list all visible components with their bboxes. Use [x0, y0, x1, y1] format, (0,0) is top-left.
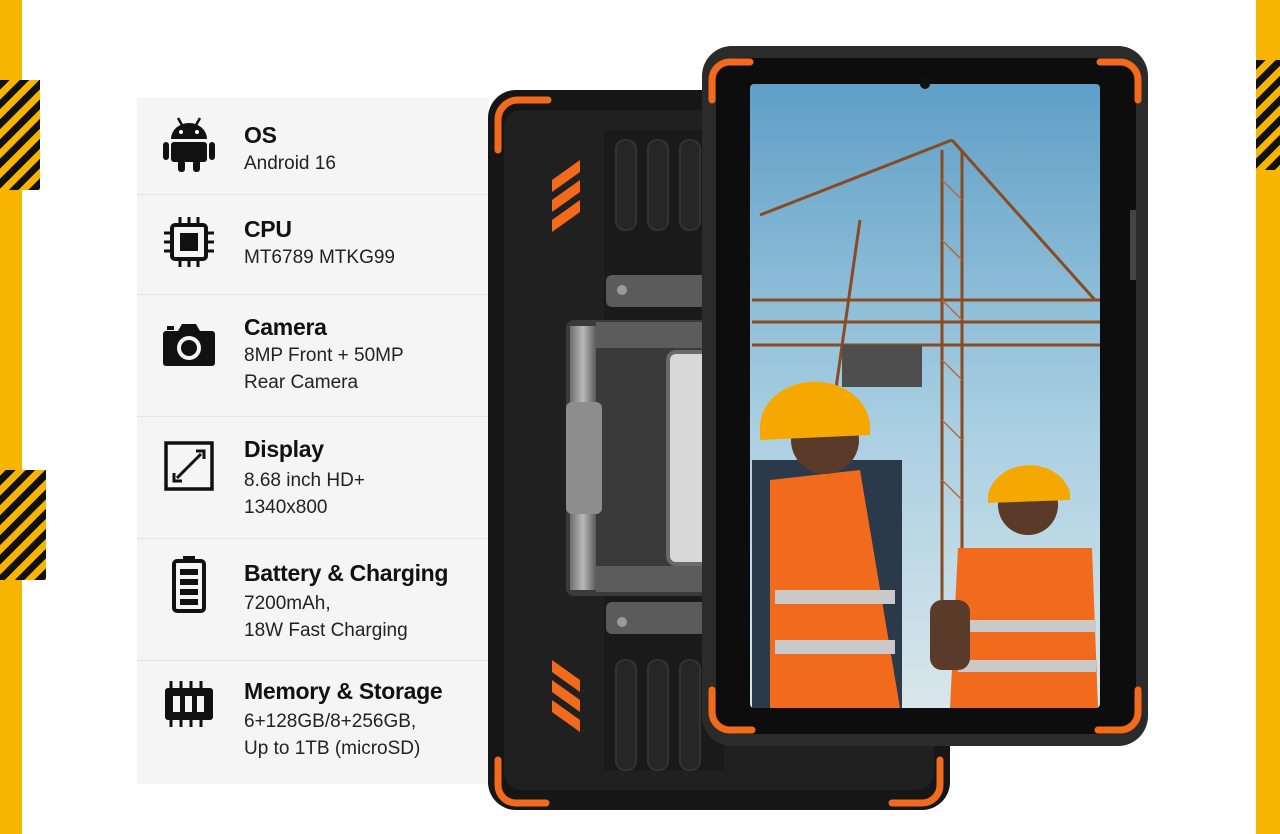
hazard-stripes	[0, 80, 40, 190]
spec-value: 6+128GB/8+256GB, Up to 1TB (microSD)	[244, 711, 421, 759]
spec-title: Memory & Storage	[244, 678, 443, 704]
hazard-stripes	[1256, 60, 1280, 170]
spec-row-battery: Battery & Charging 7200mAh, 18W Fast Cha…	[137, 538, 489, 661]
spec-row-cpu: CPU MT6789 MTKG99	[137, 194, 489, 295]
hazard-stripes	[0, 470, 46, 580]
camera-icon	[161, 316, 217, 372]
spec-row-os: OS Android 16	[137, 98, 489, 195]
memory-icon	[161, 676, 217, 732]
spec-title: CPU	[244, 216, 292, 242]
spec-row-memory: Memory & Storage 6+128GB/8+256GB, Up to …	[137, 660, 489, 784]
spec-title: Battery & Charging	[244, 560, 449, 586]
right-frame-decoration	[1246, 0, 1280, 834]
tablet-front-view	[702, 46, 1148, 746]
tablet-screen-photo	[750, 79, 1100, 708]
spec-row-camera: Camera 8MP Front + 50MP Rear Camera	[137, 294, 489, 417]
display-icon	[161, 438, 217, 494]
battery-icon	[161, 556, 217, 613]
spec-value: 8MP Front + 50MP Rear Camera	[244, 345, 404, 393]
android-icon	[161, 116, 217, 172]
spec-panel: OS Android 16 CPU MT6789 MTKG99 Camera 8…	[137, 98, 489, 784]
rugged-tablet-illustration	[488, 46, 1148, 810]
spec-title: Display	[244, 436, 324, 462]
spec-value: Android 16	[244, 153, 336, 174]
spec-row-display: Display 8.68 inch HD+ 1340x800	[137, 416, 489, 539]
spec-title: OS	[244, 122, 277, 148]
chip-icon	[161, 214, 217, 270]
left-frame-decoration	[0, 0, 46, 834]
spec-title: Camera	[244, 314, 327, 340]
spec-value: MT6789 MTKG99	[244, 247, 395, 268]
spec-value: 8.68 inch HD+ 1340x800	[244, 470, 365, 518]
spec-value: 7200mAh, 18W Fast Charging	[244, 593, 408, 641]
